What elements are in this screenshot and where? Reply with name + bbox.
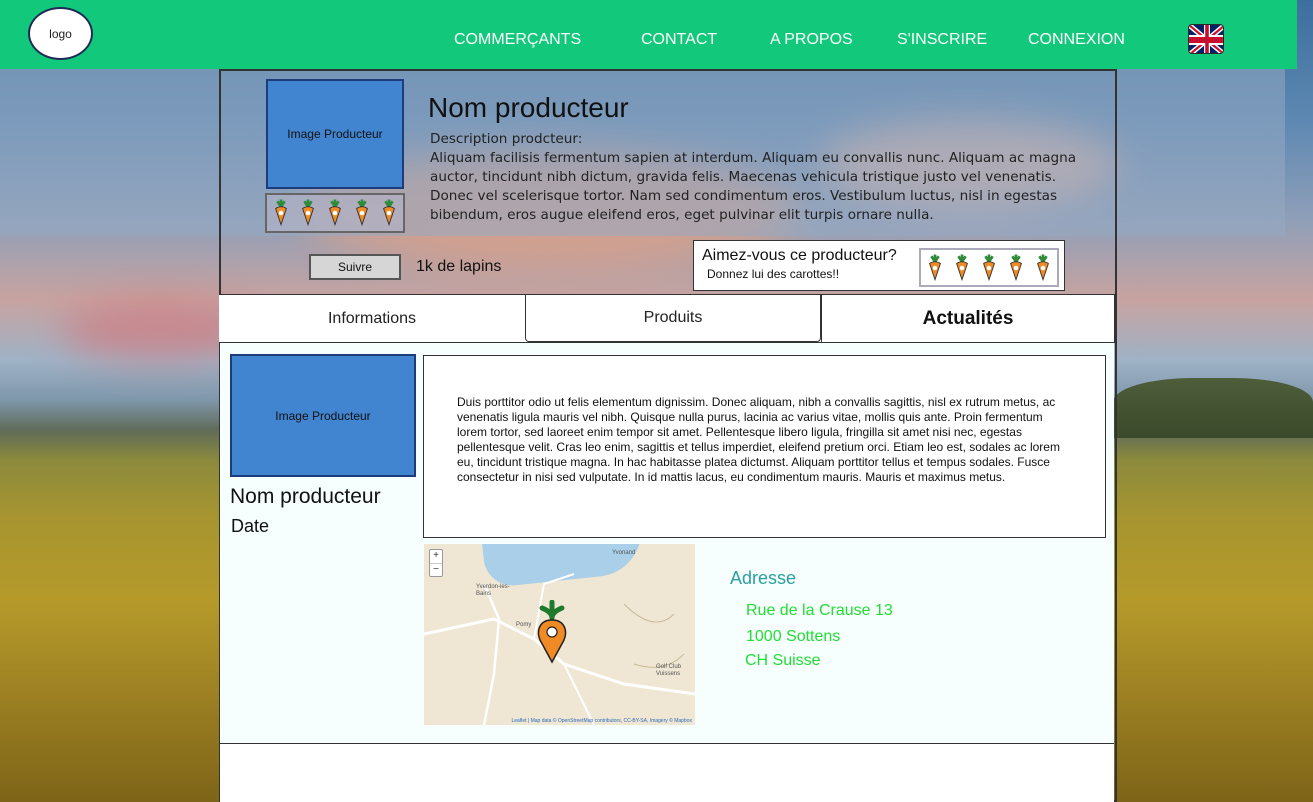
carrot-icon[interactable] <box>980 254 998 282</box>
carrot-icon[interactable] <box>953 254 971 282</box>
tabs-bar: Informations Produits Actualités <box>219 294 1115 343</box>
carrot-map-pin-icon[interactable] <box>534 600 570 664</box>
news-text: Duis porttitor odio ut felis elementum d… <box>457 395 1060 484</box>
carrot-icon <box>356 199 369 227</box>
news-producer-name: Nom producteur <box>230 485 381 508</box>
carrot-icon[interactable] <box>926 254 944 282</box>
rate-subtitle: Donnez lui des carottes!! <box>707 267 840 281</box>
rate-producer-box: Aimez-vous ce producteur? Donnez lui des… <box>693 240 1065 291</box>
nav-commercants[interactable]: COMMERÇANTS <box>454 31 581 49</box>
tab-actualites[interactable]: Actualités <box>821 295 1115 343</box>
map-label-yverdon: Yverdon-les-Bains <box>476 584 510 597</box>
zoom-in-button[interactable]: + <box>430 550 442 563</box>
producer-rating <box>265 193 405 233</box>
carrot-icon[interactable] <box>1007 254 1025 282</box>
producer-description: Description prodcteur: Aliquam facilisis… <box>430 130 1100 225</box>
map-attribution[interactable]: Leaflet | Map data © OpenStreetMap contr… <box>511 718 692 724</box>
news-text-box: Duis porttitor odio ut felis elementum d… <box>423 355 1106 538</box>
rate-carrots[interactable] <box>919 248 1059 287</box>
carrot-icon[interactable] <box>1034 254 1052 282</box>
producer-image: Image Producteur <box>266 79 404 189</box>
description-label: Description prodcteur: <box>430 131 583 147</box>
carrot-icon <box>274 199 287 227</box>
uk-flag-icon[interactable] <box>1188 24 1224 54</box>
nav-sinscrire[interactable]: S'INSCRIRE <box>897 31 987 49</box>
page-footer-space <box>220 744 1114 802</box>
carrot-icon <box>329 199 341 227</box>
map-label-yvonand: Yvonand <box>612 550 636 556</box>
carrot-icon <box>383 199 396 227</box>
tree-line <box>1113 378 1313 438</box>
follow-button[interactable]: Suivre <box>309 254 401 280</box>
news-producer-image: Image Producteur <box>230 354 416 477</box>
address-heading: Adresse <box>730 568 797 588</box>
zoom-out-button[interactable]: − <box>430 563 442 576</box>
map-label-pomy: Pomy <box>516 622 532 628</box>
nav-contact[interactable]: CONTACT <box>641 31 717 49</box>
nav-connexion[interactable]: CONNEXION <box>1028 31 1125 49</box>
map-label-golf: Golf Club Vuissens <box>656 664 682 677</box>
rate-title: Aimez-vous ce producteur? <box>702 247 897 264</box>
top-navbar: logo COMMERÇANTS CONTACT A PROPOS S'INSC… <box>0 0 1297 69</box>
location-map[interactable]: Yvonand Yverdon-les-Bains Pomy Golf Club… <box>424 544 695 725</box>
tab-informations[interactable]: Informations <box>219 295 525 343</box>
logo[interactable]: logo <box>28 7 93 60</box>
address-city: 1000 Sottens <box>746 628 841 645</box>
map-zoom-control: + − <box>429 549 443 577</box>
news-date: Date <box>231 516 270 536</box>
address-country: CH Suisse <box>745 652 821 669</box>
description-text: Aliquam facilisis fermentum sapien at in… <box>430 150 1077 223</box>
tab-produits[interactable]: Produits <box>525 295 821 342</box>
address-street: Rue de la Crause 13 <box>746 602 893 619</box>
followers-count: 1k de lapins <box>416 258 502 275</box>
carrot-icon <box>301 199 314 227</box>
nav-a-propos[interactable]: A PROPOS <box>770 31 853 49</box>
producer-name: Nom producteur <box>428 92 629 123</box>
